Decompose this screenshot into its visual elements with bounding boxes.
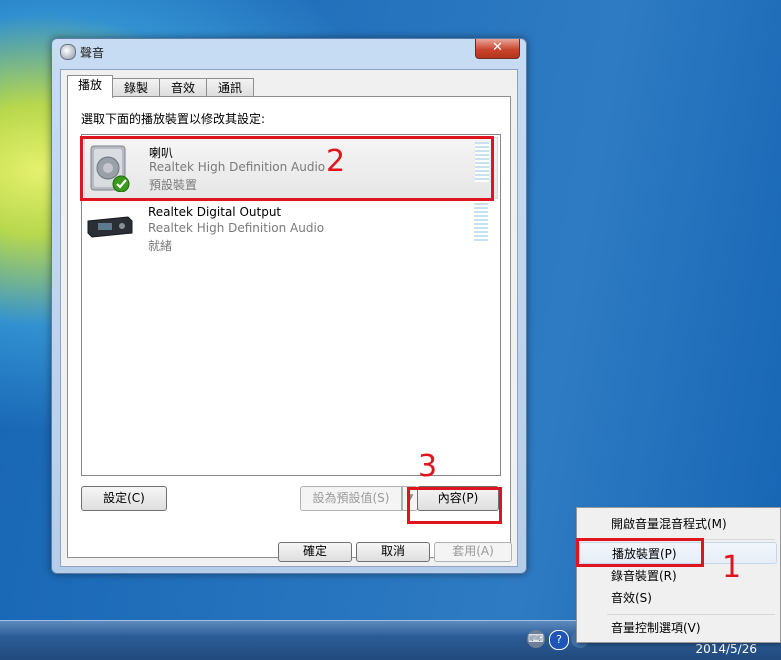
- keyboard-icon[interactable]: ⌨: [527, 630, 545, 648]
- tab-recording[interactable]: 錄製: [112, 78, 160, 97]
- configure-button[interactable]: 設定(C): [81, 486, 167, 511]
- cancel-button[interactable]: 取消: [356, 542, 430, 562]
- step-number-2: 2: [326, 144, 346, 179]
- menu-item-volume-mixer[interactable]: 開啟音量混音程式(M): [579, 513, 777, 535]
- speaker-app-icon: [60, 44, 76, 60]
- tab-communications[interactable]: 通訊: [206, 78, 254, 97]
- spdif-output-icon: [87, 216, 133, 238]
- highlight-box-step3: [407, 487, 502, 524]
- step-number-1: 1: [722, 550, 742, 585]
- date-display: 2014/5/26: [695, 642, 757, 656]
- volume-level-meter: [474, 203, 488, 243]
- title-bar[interactable]: 聲音 ✕: [52, 39, 526, 63]
- apply-button[interactable]: 套用(A): [434, 542, 512, 562]
- help-icon[interactable]: ?: [549, 630, 569, 650]
- step-number-3: 3: [418, 449, 438, 484]
- tab-playback[interactable]: 播放: [67, 75, 113, 98]
- device-name: Realtek Digital Output: [148, 205, 282, 219]
- menu-item-recording-devices[interactable]: 錄音裝置(R): [579, 565, 777, 587]
- highlight-box-step1: [576, 538, 704, 567]
- tab-sounds[interactable]: 音效: [159, 78, 207, 97]
- device-item-digital-output[interactable]: Realtek Digital Output Realtek High Defi…: [84, 199, 496, 259]
- menu-separator: [607, 614, 775, 615]
- device-description: Realtek High Definition Audio: [148, 221, 325, 235]
- menu-item-sounds[interactable]: 音效(S): [579, 587, 777, 609]
- window-title: 聲音: [80, 46, 105, 60]
- highlight-box-step2: [80, 136, 494, 201]
- device-status: 就緒: [148, 239, 173, 253]
- ok-button[interactable]: 確定: [278, 542, 352, 562]
- instruction-text: 選取下面的播放裝置以修改其設定:: [81, 112, 266, 126]
- set-default-button[interactable]: 設為預設值(S): [300, 486, 402, 511]
- volume-context-menu: 開啟音量混音程式(M) 播放裝置(P) 錄音裝置(R) 音效(S) 音量控制選項…: [576, 507, 781, 643]
- menu-item-volume-control-options[interactable]: 音量控制選項(V): [579, 617, 777, 639]
- close-button[interactable]: ✕: [475, 39, 520, 59]
